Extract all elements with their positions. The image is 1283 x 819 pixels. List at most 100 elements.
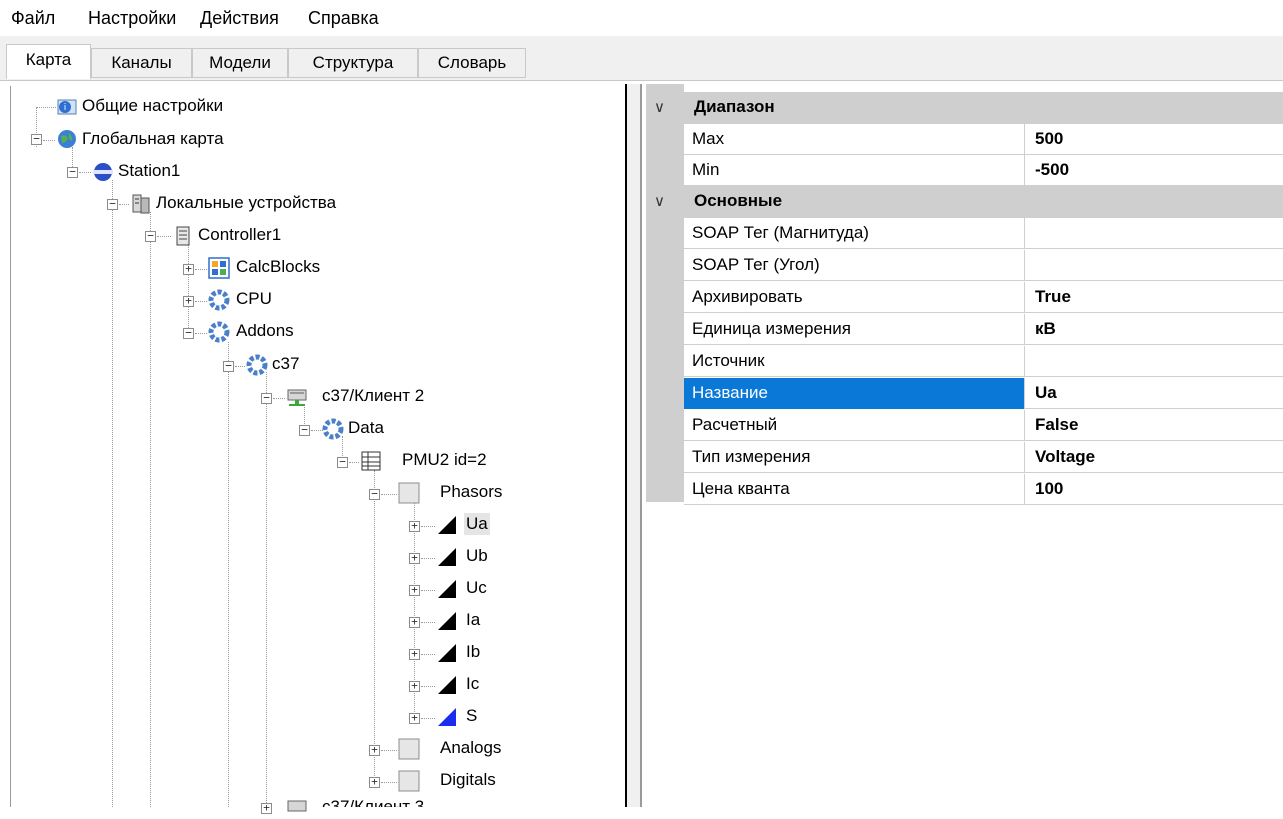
tree-node-data[interactable]: Data [348, 417, 384, 439]
property-row-max[interactable]: Max 500 [684, 124, 1283, 155]
tab-models[interactable]: Модели [192, 48, 288, 78]
phasor-icon [438, 708, 456, 726]
expand-icon[interactable]: + [183, 263, 194, 275]
collapse-icon[interactable]: − [183, 327, 194, 339]
tree-node-controller[interactable]: Controller1 [198, 224, 281, 246]
tree-node-phasor-s[interactable]: S [466, 705, 477, 727]
property-row-calculated[interactable]: Расчетный False [684, 410, 1283, 441]
menu-actions[interactable]: Действия [200, 8, 279, 29]
column-divider [1024, 474, 1025, 505]
tree-node-phasor-ub[interactable]: Ub [466, 545, 488, 567]
tab-map[interactable]: Карта [6, 44, 91, 79]
tree-line [36, 107, 56, 108]
expand-icon[interactable]: + [183, 295, 194, 307]
chevron-down-icon[interactable]: ∨ [654, 192, 665, 210]
property-name: Единица измерения [692, 319, 851, 338]
chevron-down-icon[interactable]: ∨ [654, 98, 665, 116]
column-divider [1024, 410, 1025, 441]
tree-node-client2[interactable]: c37/Клиент 2 [322, 385, 424, 407]
expand-icon[interactable]: + [369, 776, 380, 788]
collapse-icon[interactable]: − [145, 230, 156, 242]
expand-icon[interactable]: + [409, 648, 420, 660]
property-row-name[interactable]: Название Ua [684, 378, 1283, 409]
expand-icon[interactable]: + [369, 744, 380, 756]
collapse-icon[interactable]: − [31, 133, 42, 145]
tab-dictionary[interactable]: Словарь [418, 48, 526, 78]
property-name: Цена кванта [692, 479, 790, 498]
tree-node-local-devices[interactable]: Локальные устройства [156, 192, 336, 214]
gear-icon [246, 354, 268, 376]
tree-node-digitals[interactable]: Digitals [440, 769, 496, 791]
property-value[interactable]: Voltage [1035, 447, 1095, 467]
collapse-icon[interactable]: − [261, 392, 272, 404]
collapse-icon[interactable]: − [299, 424, 310, 436]
tree-node-client3[interactable]: c37/Клиент 3 [322, 796, 424, 807]
tree-line [421, 686, 435, 687]
property-value[interactable]: Ua [1035, 383, 1057, 403]
tree-node-general-settings[interactable]: Общие настройки [82, 95, 223, 117]
expand-icon[interactable]: + [261, 802, 272, 814]
tree-view[interactable] [0, 81, 625, 807]
expand-icon[interactable]: + [409, 680, 420, 692]
tree-node-calcblocks[interactable]: CalcBlocks [236, 256, 320, 278]
property-row-soap-magnitude[interactable]: SOAP Тег (Магнитуда) [684, 218, 1283, 249]
collapse-icon[interactable]: − [369, 488, 380, 500]
property-row-quantum-price[interactable]: Цена кванта 100 [684, 474, 1283, 505]
tree-node-phasor-ic[interactable]: Ic [466, 673, 479, 695]
expand-icon[interactable]: + [409, 712, 420, 724]
tab-structure[interactable]: Структура [288, 48, 418, 78]
category-main[interactable]: ∨ Основные [646, 186, 1283, 218]
property-value[interactable]: -500 [1035, 160, 1069, 180]
tree-node-c37[interactable]: c37 [272, 353, 299, 375]
pane-splitter[interactable] [627, 84, 640, 807]
tree-node-phasor-uc[interactable]: Uc [466, 577, 487, 599]
tree-node-phasor-ib[interactable]: Ib [466, 641, 480, 663]
collapse-icon[interactable]: − [223, 360, 234, 372]
collapse-icon[interactable]: − [67, 166, 78, 178]
column-divider [1024, 218, 1025, 249]
property-name: Max [692, 129, 725, 148]
phasor-icon [438, 612, 456, 630]
property-row-measurement-type[interactable]: Тип измерения Voltage [684, 442, 1283, 473]
tree-node-cpu[interactable]: CPU [236, 288, 272, 310]
property-row-soap-angle[interactable]: SOAP Тег (Угол) [684, 250, 1283, 281]
property-value[interactable]: False [1035, 415, 1078, 435]
tree-node-pmu[interactable]: PMU2 id=2 [402, 449, 487, 471]
tree-line [421, 718, 435, 719]
phasor-icon [438, 580, 456, 598]
menu-settings[interactable]: Настройки [88, 8, 176, 29]
tree-node-phasor-ia[interactable]: Ia [466, 609, 480, 631]
property-value[interactable]: True [1035, 287, 1071, 307]
property-row-min[interactable]: Min -500 [684, 155, 1283, 186]
tree-node-addons[interactable]: Addons [236, 320, 294, 342]
property-row-source[interactable]: Источник [684, 346, 1283, 377]
expand-icon[interactable]: + [409, 584, 420, 596]
collapse-icon[interactable]: − [337, 456, 348, 468]
property-value[interactable]: 500 [1035, 129, 1063, 149]
menu-file[interactable]: Файл [11, 8, 55, 29]
tab-channels[interactable]: Каналы [91, 48, 192, 78]
expand-icon[interactable]: + [409, 552, 420, 564]
expand-icon[interactable]: + [409, 520, 420, 532]
property-name: Архивировать [692, 287, 803, 306]
column-divider [1024, 378, 1025, 409]
tree-node-station[interactable]: Station1 [118, 160, 180, 182]
property-value[interactable]: 100 [1035, 479, 1063, 499]
folder-icon [398, 738, 420, 760]
globe-icon [58, 130, 76, 148]
calcblocks-icon [208, 257, 230, 279]
expand-icon[interactable]: + [409, 616, 420, 628]
pmu-table-icon [361, 451, 381, 471]
column-divider [1024, 250, 1025, 281]
property-value[interactable]: кВ [1035, 319, 1056, 339]
category-range[interactable]: ∨ Диапазон [646, 92, 1283, 124]
menu-help[interactable]: Справка [308, 8, 379, 29]
property-row-archive[interactable]: Архивировать True [684, 282, 1283, 313]
collapse-icon[interactable]: − [107, 198, 118, 210]
tree-node-phasor-ua[interactable]: Ua [464, 513, 490, 535]
tree-node-phasors[interactable]: Phasors [440, 481, 502, 503]
tree-node-analogs[interactable]: Analogs [440, 737, 501, 759]
property-row-unit[interactable]: Единица измерения кВ [684, 314, 1283, 345]
tree-line [112, 180, 113, 807]
tree-node-global-map[interactable]: Глобальная карта [82, 128, 224, 150]
